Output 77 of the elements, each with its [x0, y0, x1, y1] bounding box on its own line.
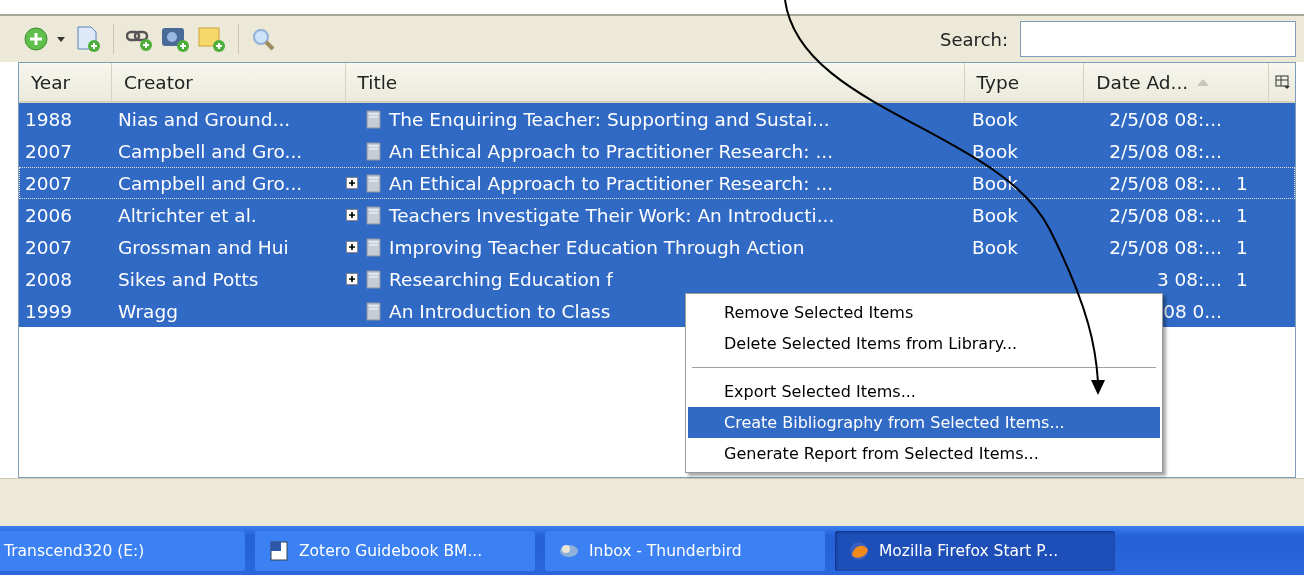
- table-cell: An Ethical Approach to Practitioner Research: ...: [389, 140, 834, 162]
- column-header[interactable]: Title: [345, 63, 965, 101]
- expand-icon[interactable]: [346, 241, 358, 253]
- table-cell: 1999: [25, 300, 73, 322]
- table-cell: Researching Education f: [389, 268, 613, 290]
- new-document-icon[interactable]: [74, 25, 101, 53]
- table-cell: 2008: [25, 268, 73, 290]
- book-icon: [366, 109, 381, 129]
- table-cell: Teachers Investigate Their Work: An Introducti...: [389, 204, 835, 226]
- book-icon: [366, 141, 381, 161]
- table-cell: 1: [1236, 172, 1248, 194]
- table-cell-text: 3 08:...: [1155, 268, 1222, 290]
- menu-item[interactable]: Generate Report from Selected Items...: [688, 438, 1160, 469]
- table-cell: Book: [972, 140, 1019, 162]
- table-cell: 1: [1236, 204, 1248, 226]
- taskbar-button[interactable]: Inbox - Thunderbird: [545, 530, 825, 571]
- table-row[interactable]: 2007 Campbell and Gro... An Ethical Approach to Practitioner Research: ... Book 2/5/08 08:...: [19, 135, 1295, 167]
- menu-item[interactable]: Create Bibliography from Selected Items...: [688, 407, 1160, 438]
- taskbar-button[interactable]: Mozilla Firefox Start P...: [835, 530, 1115, 571]
- menu-item[interactable]: Delete Selected Items from Library...: [688, 328, 1160, 359]
- table-cell: 2007: [25, 140, 73, 162]
- table-cell: 2007: [25, 172, 73, 194]
- browser-icon: [849, 540, 869, 561]
- add-icon[interactable]: [24, 27, 48, 51]
- table-cell: The Enquiring Teacher: Supporting and Sustai...: [389, 108, 830, 130]
- column-header[interactable]: Type: [964, 63, 1085, 101]
- table-cell: 1: [1236, 236, 1248, 258]
- table-cell-text: 2/5/08 08:...: [1108, 108, 1222, 130]
- table-cell: 1: [1236, 268, 1248, 290]
- table-cell: Improving Teacher Education Through Action: [389, 236, 805, 258]
- table-cell: Grossman and Hui: [118, 236, 289, 258]
- table-cell-text: 08 0...: [1162, 300, 1222, 322]
- table-row[interactable]: 1988 Nias and Ground... The Enquiring Teacher: Supporting and Sustai... Book 2/5/08 08:...: [19, 103, 1295, 135]
- table-cell-text: 2/5/08 08:...: [1108, 140, 1222, 162]
- book-icon: [366, 237, 381, 257]
- table-cell: Altrichter et al.: [118, 204, 257, 226]
- table-cell: 2006: [25, 204, 73, 226]
- expand-icon[interactable]: [346, 273, 358, 285]
- menu-item[interactable]: Remove Selected Items: [688, 297, 1160, 328]
- book-icon: [366, 205, 381, 225]
- table-cell: Nias and Ground...: [118, 108, 291, 130]
- table-cell: 1988: [25, 108, 73, 130]
- table-cell: An Introduction to Class: [389, 300, 611, 322]
- table-cell-text: 2/5/08 08:...: [1108, 236, 1222, 258]
- table-row[interactable]: 2008 Sikes and Potts Researching Education f 3 08:... 1: [19, 263, 1295, 295]
- search-field[interactable]: [1020, 21, 1296, 57]
- expand-icon[interactable]: [346, 177, 358, 189]
- column-header[interactable]: Creator: [111, 63, 346, 101]
- book-icon: [366, 269, 381, 289]
- table-cell: Campbell and Gro...: [118, 140, 303, 162]
- table-row[interactable]: 2007 Grossman and Hui Improving Teacher Education Through Action Book 2/5/08 08:... 1: [19, 231, 1295, 263]
- table-row[interactable]: 2006 Altrichter et al. Teachers Investigate Their Work: An Introducti... Book 2/5/08 08:... 1: [19, 199, 1295, 231]
- document-icon: [269, 540, 289, 561]
- table-cell: Wragg: [118, 300, 178, 322]
- book-icon: [366, 301, 381, 321]
- column-picker-icon[interactable]: [1275, 74, 1292, 90]
- book-icon: [366, 173, 381, 193]
- column-header[interactable]: Year: [19, 63, 112, 101]
- note-add-icon[interactable]: [198, 25, 226, 53]
- table-cell: Book: [972, 236, 1019, 258]
- camera-add-icon[interactable]: [161, 25, 190, 53]
- taskbar-button[interactable]: Zotero Guidebook BM...: [255, 530, 535, 571]
- table-cell-text: 2/5/08 08:...: [1108, 204, 1222, 226]
- table-cell: 2007: [25, 236, 73, 258]
- column-header[interactable]: Date Ad...: [1084, 63, 1270, 101]
- table-cell: Sikes and Potts: [118, 268, 259, 290]
- table-cell: Book: [972, 204, 1019, 226]
- search-label: Search:: [940, 28, 1008, 50]
- table-cell-text: 2/5/08 08:...: [1108, 172, 1222, 194]
- table-cell: Campbell and Gro...: [118, 172, 303, 194]
- expand-icon[interactable]: [346, 209, 358, 221]
- search-icon[interactable]: [251, 27, 275, 51]
- taskbar-button[interactable]: Transcend320 (E:): [0, 530, 245, 571]
- table-cell: An Ethical Approach to Practitioner Research: ...: [389, 172, 834, 194]
- menu-item[interactable]: Export Selected Items...: [688, 376, 1160, 407]
- caret-icon[interactable]: [56, 35, 66, 43]
- table-cell: Book: [972, 108, 1019, 130]
